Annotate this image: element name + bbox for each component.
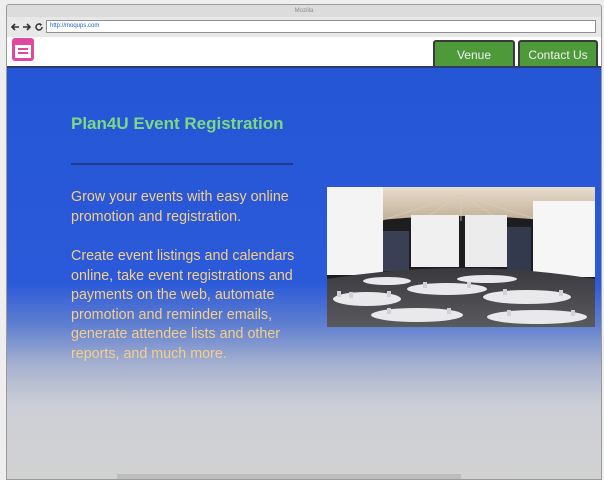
nav-tab-contact-us[interactable]: Contact Us [518, 40, 598, 66]
forward-arrow-icon[interactable] [22, 22, 32, 32]
title-divider [71, 163, 293, 165]
browser-window: Mozilla http://moqups.com Venue Contact … [6, 4, 602, 480]
reload-icon[interactable] [34, 22, 44, 32]
site-header: Venue Contact Us [7, 37, 601, 66]
window-titlebar: Mozilla [7, 5, 601, 17]
description-paragraph: Create event listings and calendars onli… [71, 248, 295, 362]
hero-section: Plan4U Event Registration Grow your even… [7, 66, 601, 479]
nav-tab-venue-label: Venue [456, 48, 492, 62]
conference-hall-image [327, 187, 595, 327]
window-title: Mozilla [294, 8, 314, 14]
nav-tab-contact-us-label: Contact Us [528, 48, 588, 62]
address-bar-url: http://moqups.com [50, 23, 100, 29]
browser-toolbar: http://moqups.com [7, 17, 601, 37]
calendar-icon[interactable] [11, 37, 35, 62]
horizontal-scrollbar[interactable] [117, 474, 461, 479]
nav-tab-venue[interactable]: Venue [433, 40, 515, 66]
address-bar[interactable]: http://moqups.com [46, 20, 596, 33]
intro-paragraph: Grow your events with easy online promot… [71, 189, 289, 225]
back-arrow-icon[interactable] [10, 22, 20, 32]
page-title: Plan4U Event Registration [71, 114, 284, 133]
